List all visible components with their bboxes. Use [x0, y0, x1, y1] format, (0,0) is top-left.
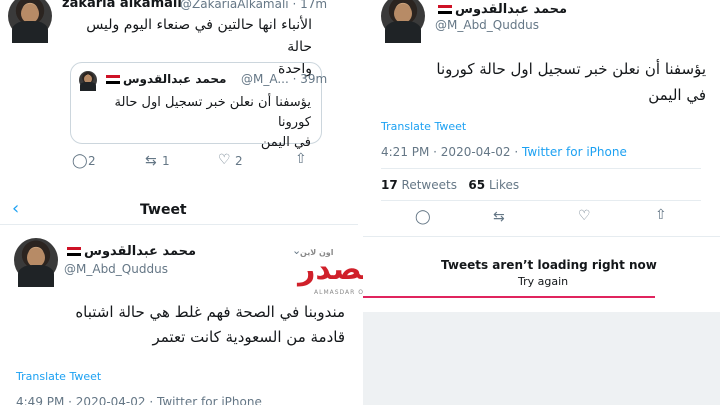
reply-count: 2: [88, 154, 96, 168]
empty-timeline: [363, 312, 720, 405]
retweet-icon[interactable]: ⇆: [493, 210, 505, 224]
yemen-flag-icon: [438, 5, 452, 14]
avatar[interactable]: [14, 238, 58, 288]
reply-icon[interactable]: ◯: [72, 154, 88, 168]
avatar[interactable]: [8, 0, 52, 44]
quote-handle: @M_A... · 39m: [241, 72, 328, 86]
tweet-timestamp: 4:49 PM · 2020-04-02 · Twitter for iPhon…: [16, 395, 262, 405]
share-icon[interactable]: ⇧: [655, 208, 667, 222]
right-tweet: محمد عبدالقدوس @M_Abd_Quddus يؤسفنا أن ن…: [363, 0, 720, 405]
tweet-text: يؤسفنا أن نعلن خبر تسجيل اول حالة كورونا…: [436, 60, 706, 104]
yemen-flag-icon: [67, 247, 81, 256]
retweet-icon[interactable]: ⇆: [145, 154, 157, 168]
divider: [381, 168, 701, 169]
share-icon[interactable]: ⇧: [295, 152, 307, 166]
like-count: 2: [235, 154, 243, 168]
retweets-label[interactable]: Retweets: [402, 178, 457, 192]
author-name[interactable]: محمد عبدالقدوس: [64, 244, 196, 259]
divider: [381, 200, 701, 201]
author-name[interactable]: محمد عبدالقدوس: [435, 2, 567, 17]
source-link[interactable]: Twitter for iPhone: [522, 145, 627, 159]
error-banner: Tweets aren’t loading right now Try agai…: [363, 250, 720, 298]
page-title: Tweet: [140, 202, 187, 218]
likes-label[interactable]: Likes: [489, 178, 519, 192]
yemen-flag-icon: [106, 75, 120, 84]
author-handle[interactable]: @M_Abd_Quddus: [64, 262, 168, 276]
retry-button[interactable]: Try again: [518, 275, 568, 288]
quoted-tweet[interactable]: محمد عبدالقدوس @M_A... · 39m يؤسفنا أن ن…: [70, 62, 327, 150]
like-icon[interactable]: ♡: [218, 153, 231, 167]
like-icon[interactable]: ♡: [578, 209, 591, 223]
engagement-stats: 17 Retweets 65 Likes: [381, 178, 519, 192]
error-title: Tweets aren’t loading right now: [441, 258, 657, 272]
chevron-left-icon[interactable]: ‹: [12, 200, 19, 218]
quote-avatar: [79, 71, 97, 92]
likes-count[interactable]: 65: [468, 178, 485, 192]
retweet-count: 1: [162, 154, 170, 168]
translate-link[interactable]: Translate Tweet: [16, 370, 101, 383]
quote-text: يؤسفنا أن نعلن خبر تسجيل اول حالة كورونا…: [114, 95, 312, 150]
author-handle[interactable]: @ZakariaAlkamali · 17m: [180, 0, 327, 11]
tweet-text: مندوبنا في الصحة فهم غلط هي حالة اشتباه …: [75, 303, 345, 346]
author-name[interactable]: zakaria alkamali: [62, 0, 182, 11]
tweet-timestamp: 4:21 PM · 2020-04-02 · Twitter for iPhon…: [381, 145, 627, 159]
retweets-count[interactable]: 17: [381, 178, 398, 192]
retry-underline: [363, 296, 655, 298]
divider: [0, 224, 358, 225]
author-handle[interactable]: @M_Abd_Quddus: [435, 18, 539, 32]
top-left-tweet: zakaria alkamali @ZakariaAlkamali · 17m …: [0, 0, 330, 185]
translate-link[interactable]: Translate Tweet: [381, 120, 466, 133]
reply-icon[interactable]: ◯: [415, 210, 431, 224]
divider: [363, 236, 720, 237]
quote-author: محمد عبدالقدوس: [103, 72, 226, 86]
avatar[interactable]: [381, 0, 425, 44]
